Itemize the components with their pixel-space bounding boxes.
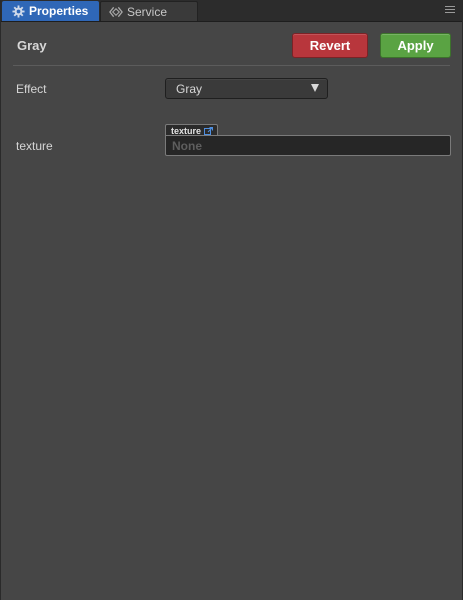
tab-service-label: Service [127, 4, 168, 19]
hamburger-menu-icon[interactable] [445, 6, 455, 16]
asset-title: Gray [17, 38, 47, 53]
revert-button[interactable]: Revert [292, 33, 368, 58]
header-divider [13, 65, 450, 66]
properties-panel: Properties Service Gray Revert Apply Eff… [0, 0, 463, 600]
texture-field-value: None [172, 138, 202, 153]
tab-properties[interactable]: Properties [2, 1, 99, 21]
asset-header: Gray Revert Apply [1, 22, 462, 66]
service-icon [109, 5, 123, 19]
tab-bar: Properties Service [1, 0, 462, 22]
effect-select[interactable]: Gray [165, 78, 328, 99]
effect-label: Effect [16, 82, 47, 96]
gear-icon [11, 4, 25, 18]
texture-asset-field[interactable]: None [165, 135, 451, 156]
apply-button[interactable]: Apply [380, 33, 451, 58]
effect-select-value: Gray [176, 81, 203, 96]
tab-properties-label: Properties [29, 4, 89, 18]
tab-service[interactable]: Service [100, 1, 198, 21]
texture-label: texture [16, 139, 53, 153]
dropdown-arrow-icon [311, 84, 319, 92]
